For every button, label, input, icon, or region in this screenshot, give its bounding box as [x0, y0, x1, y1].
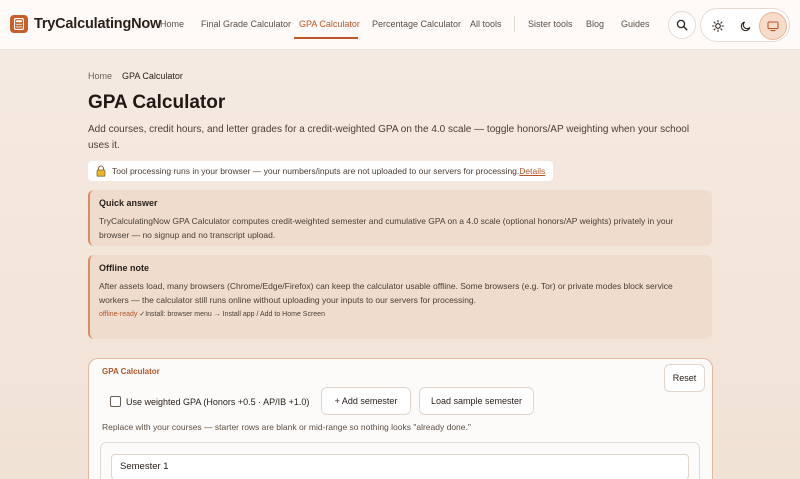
install-hint: ✓Install: browser menu → Install app / A… — [137, 311, 325, 318]
system-theme-button[interactable] — [759, 12, 787, 40]
weighted-gpa-toggle[interactable]: Use weighted GPA (Honors +0.5 · AP/IB +1… — [110, 396, 309, 407]
search-button[interactable] — [668, 11, 696, 39]
quick-answer-title: Quick answer — [99, 198, 158, 208]
page-description: Add courses, credit hours, and letter gr… — [88, 124, 690, 151]
nav-link-all-tools[interactable]: All tools — [470, 19, 502, 29]
privacy-notice-text: Tool processing runs in your browser — y… — [112, 166, 520, 176]
site-logo[interactable]: TryCalculatingNow — [10, 15, 161, 33]
weighted-gpa-label: Use weighted GPA (Honors +0.5 · AP/IB +1… — [126, 396, 310, 407]
offline-ready-badge: offline-ready — [99, 311, 138, 318]
offline-status-line: offline-ready ✓Install: browser menu → I… — [99, 310, 703, 318]
dark-theme-button[interactable] — [732, 12, 760, 40]
calculator-logo-icon — [10, 15, 28, 33]
load-sample-semester-button[interactable]: Load sample semester — [419, 387, 534, 415]
nav-link-guides[interactable]: Guides — [621, 19, 650, 29]
breadcrumb: Home GPA Calculator — [88, 71, 183, 81]
nav-link-percentage-calculator[interactable]: Percentage Calculator — [372, 19, 461, 29]
offline-note-body: After assets load, many browsers (Chrome… — [99, 281, 673, 305]
theme-switcher — [700, 8, 790, 42]
calculator-hint: Replace with your courses — starter rows… — [102, 422, 471, 432]
quick-answer-callout: Quick answer TryCalculatingNow GPA Calcu… — [88, 190, 712, 246]
nav-link-final-grade-calculator[interactable]: Final Grade Calculator — [201, 19, 291, 29]
active-nav-indicator — [294, 37, 358, 39]
privacy-notice: Tool processing runs in your browser — y… — [88, 161, 554, 181]
reset-button[interactable]: Reset — [664, 364, 705, 392]
calculator-card-title: GPA Calculator — [102, 367, 160, 376]
search-icon — [676, 19, 688, 31]
light-theme-button[interactable] — [704, 12, 732, 40]
nav-link-sister-tools[interactable]: Sister tools — [528, 19, 573, 29]
nav-link-home[interactable]: Home — [160, 19, 184, 29]
moon-icon — [740, 21, 751, 32]
breadcrumb-current: GPA Calculator — [122, 71, 183, 81]
nav-divider — [514, 16, 515, 32]
top-navigation-bar: TryCalculatingNow Home Final Grade Calcu… — [0, 0, 800, 50]
add-semester-button[interactable]: + Add semester — [321, 387, 411, 415]
offline-note-title: Offline note — [99, 263, 149, 273]
semester-section: Semester 1 — [100, 442, 700, 479]
breadcrumb-home-link[interactable]: Home — [88, 71, 112, 81]
lock-icon — [96, 165, 106, 177]
weighted-gpa-checkbox[interactable] — [110, 396, 121, 407]
quick-answer-body: TryCalculatingNow GPA Calculator compute… — [99, 216, 674, 240]
offline-note-callout: Offline note After assets load, many bro… — [88, 255, 712, 339]
semester-name-input[interactable]: Semester 1 — [111, 454, 689, 479]
logo-text: TryCalculatingNow — [34, 16, 162, 32]
page-title: GPA Calculator — [88, 92, 226, 113]
nav-link-gpa-calculator[interactable]: GPA Calculator — [299, 19, 360, 29]
gpa-calculator-card: GPA Calculator Reset Use weighted GPA (H… — [88, 358, 713, 479]
privacy-details-link[interactable]: Details — [519, 166, 545, 176]
nav-link-blog[interactable]: Blog — [586, 19, 604, 29]
sun-icon — [712, 20, 724, 32]
monitor-icon — [767, 21, 779, 32]
